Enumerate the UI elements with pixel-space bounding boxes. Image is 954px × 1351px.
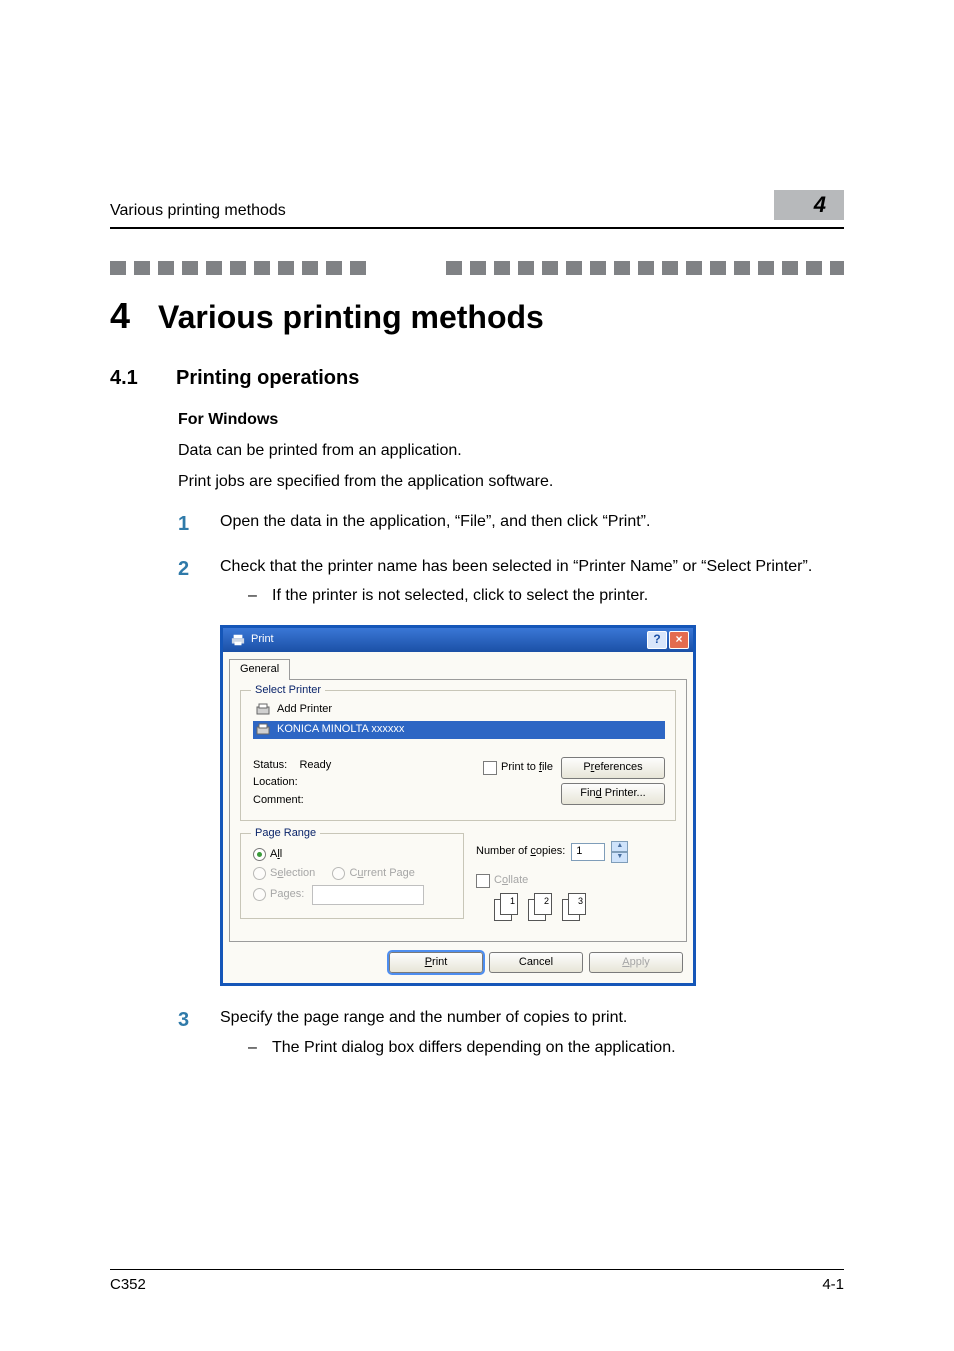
step-text-span: Check that the printer name has been sel… xyxy=(220,558,812,575)
paragraph: Print jobs are specified from the applic… xyxy=(178,470,844,493)
chapter-badge: 4 xyxy=(774,190,844,220)
step-item: 3 Specify the page range and the number … xyxy=(178,1006,844,1062)
dialog-title: Print xyxy=(251,632,274,648)
tab-general[interactable]: General xyxy=(229,659,290,680)
copies-row: Number of copies: 1 ▲▼ xyxy=(476,841,676,863)
step-text: Specify the page range and the number of… xyxy=(220,1006,844,1062)
radio-selection: Selection Current Page xyxy=(253,866,453,882)
collate-stack: 3 3 xyxy=(562,893,588,921)
step-text: Check that the printer name has been sel… xyxy=(220,555,844,991)
paragraph: Data can be printed from an application. xyxy=(178,439,844,462)
header-rule xyxy=(110,227,844,229)
status-value: Ready xyxy=(299,759,331,771)
printer-icon xyxy=(231,633,245,647)
collate-stack: 2 2 xyxy=(528,893,554,921)
tab-panel: Select Printer Add Printer K xyxy=(229,679,687,942)
comment-label: Comment: xyxy=(253,792,331,810)
help-button[interactable]: ? xyxy=(647,631,667,649)
close-button[interactable]: × xyxy=(669,631,689,649)
print-to-file-check[interactable]: Print to file xyxy=(483,760,553,776)
printer-meta-row: Status: Ready Location: Comment: xyxy=(253,757,665,810)
checkbox-icon xyxy=(476,874,490,888)
document-page: Various printing methods 4 4 Various pri… xyxy=(0,0,954,1351)
collate-illustration: 1 1 2 2 3 xyxy=(494,893,676,921)
footer-left: C352 xyxy=(110,1276,146,1293)
collate-check: Collate xyxy=(476,873,676,889)
step-number: 2 xyxy=(178,555,198,991)
print-dialog-figure: Print ? × General Select Printer xyxy=(220,625,844,987)
footer-right: 4-1 xyxy=(822,1276,844,1293)
printer-item-selected[interactable]: KONICA MINOLTA xxxxxx xyxy=(253,721,665,739)
sheet-icon: 3 xyxy=(568,893,586,915)
radio-icon xyxy=(253,867,266,880)
step-number: 1 xyxy=(178,510,198,539)
preferences-button[interactable]: Preferences xyxy=(561,757,665,779)
step-text-span: Specify the page range and the number of… xyxy=(220,1009,627,1026)
chevron-down-icon: ▼ xyxy=(611,852,628,863)
location-label: Location: xyxy=(253,774,331,792)
copies-column: Number of copies: 1 ▲▼ Collate xyxy=(476,833,676,931)
group-label: Page Range xyxy=(251,826,320,842)
radio-icon xyxy=(332,867,345,880)
dialog-body: General Select Printer Add Printer xyxy=(223,652,693,984)
section-heading: 4.1 Printing operations xyxy=(110,367,844,390)
dialog-title-bar: Print ? × xyxy=(223,628,693,652)
radio-pages: Pages: xyxy=(253,885,453,905)
cancel-button[interactable]: Cancel xyxy=(489,952,583,974)
content-body: For Windows Data can be printed from an … xyxy=(178,408,844,1063)
radio-icon xyxy=(253,848,266,861)
sheet-icon: 2 xyxy=(534,893,552,915)
printer-item-label: KONICA MINOLTA xxxxxx xyxy=(277,722,404,738)
status-label: Status: xyxy=(253,759,287,771)
section-number: 4.1 xyxy=(110,367,148,390)
step-number: 3 xyxy=(178,1006,198,1062)
printer-meta-right: Print to file Preferences Find Printer..… xyxy=(483,757,665,805)
printer-item-label: Add Printer xyxy=(277,702,332,718)
copies-spinner[interactable]: ▲▼ xyxy=(611,841,628,863)
dialog-footer: Print Cancel Apply xyxy=(229,942,687,978)
sub-step: – The Print dialog box differs depending… xyxy=(248,1036,844,1059)
collate-stack: 1 1 xyxy=(494,893,520,921)
copies-input[interactable]: 1 xyxy=(571,843,605,861)
group-label: Select Printer xyxy=(251,683,325,699)
printer-icon xyxy=(255,722,271,738)
select-printer-group: Select Printer Add Printer K xyxy=(240,690,676,821)
sub-step-text: The Print dialog box differs depending o… xyxy=(272,1036,676,1059)
page-footer: C352 4-1 xyxy=(110,1269,844,1293)
printer-meta-left: Status: Ready Location: Comment: xyxy=(253,757,331,810)
print-dialog: Print ? × General Select Printer xyxy=(220,625,696,987)
radio-all[interactable]: All xyxy=(253,847,453,863)
apply-button: Apply xyxy=(589,952,683,974)
printer-item-add[interactable]: Add Printer xyxy=(253,701,665,719)
print-button[interactable]: Print xyxy=(389,952,483,974)
checkbox-icon xyxy=(483,761,497,775)
chapter-number: 4 xyxy=(110,295,130,337)
section-title: Printing operations xyxy=(176,367,359,390)
lower-row: Page Range All Selection xyxy=(240,833,676,931)
decorative-stripes xyxy=(110,261,844,275)
step-item: 2 Check that the printer name has been s… xyxy=(178,555,844,991)
sub-step-text: If the printer is not selected, click to… xyxy=(272,584,648,607)
dash-icon: – xyxy=(248,584,258,607)
dash-icon: – xyxy=(248,1036,258,1059)
printer-list[interactable]: Add Printer KONICA MINOLTA xxxxxx xyxy=(253,701,665,739)
chapter-title: Various printing methods xyxy=(158,299,544,336)
step-item: 1 Open the data in the application, “Fil… xyxy=(178,510,844,539)
radio-icon xyxy=(253,888,266,901)
running-header: Various printing methods 4 xyxy=(110,70,844,225)
chevron-up-icon: ▲ xyxy=(611,841,628,852)
running-header-text: Various printing methods xyxy=(110,202,286,220)
find-printer-button[interactable]: Find Printer... xyxy=(561,783,665,805)
add-printer-icon xyxy=(255,702,271,718)
page-range-group: Page Range All Selection xyxy=(240,833,464,919)
pages-input xyxy=(312,885,424,905)
step-text: Open the data in the application, “File”… xyxy=(220,510,844,539)
sub-step: – If the printer is not selected, click … xyxy=(248,584,844,607)
sub-heading: For Windows xyxy=(178,408,844,431)
chapter-heading: 4 Various printing methods xyxy=(110,295,844,337)
sheet-icon: 1 xyxy=(500,893,518,915)
